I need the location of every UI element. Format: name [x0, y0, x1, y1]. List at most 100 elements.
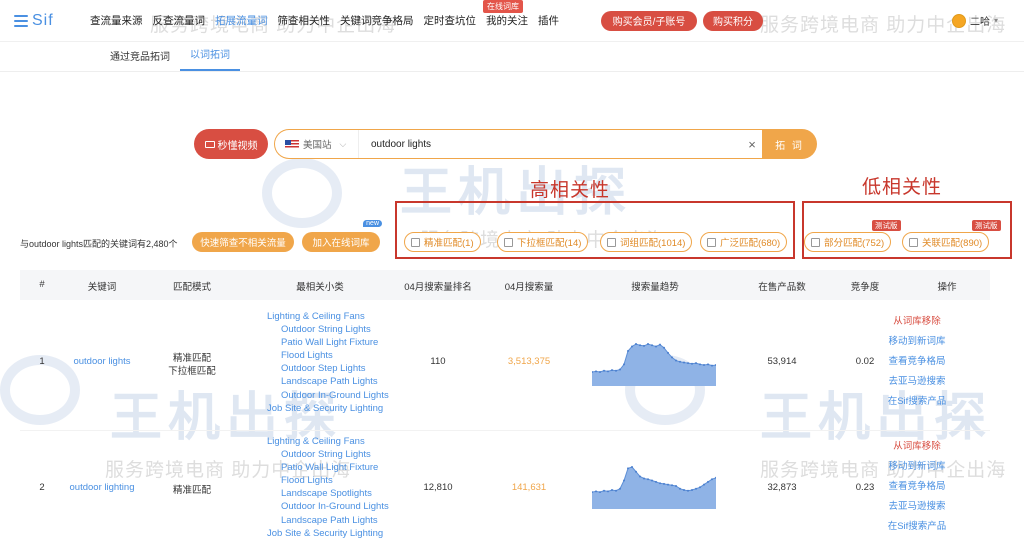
nav-item-expand-keywords[interactable]: 拓展流量词 [215, 13, 268, 28]
category-link[interactable]: Flood Lights [267, 474, 389, 487]
nav-item-plugin[interactable]: 插件 [538, 13, 559, 28]
expand-button[interactable]: 拓 词 [762, 129, 817, 159]
category-link[interactable]: Landscape Path Lights [267, 375, 389, 388]
online-lib-badge: 在线词库 [483, 0, 523, 13]
nav-item-rank-tracking[interactable]: 定时查坑位 [424, 13, 477, 28]
avatar [951, 13, 966, 28]
checkbox[interactable] [909, 237, 918, 247]
move-to-lib-link[interactable]: 移动到新词库 [888, 332, 947, 352]
trend-point [611, 489, 613, 491]
trend-area [592, 344, 716, 386]
nav-item-reverse-keywords[interactable]: 反查流量词 [153, 13, 206, 28]
category-link[interactable]: Outdoor In-Ground Lights [267, 500, 389, 513]
checkbox[interactable] [411, 237, 420, 247]
video-camera-icon [204, 140, 215, 148]
keyword-link[interactable]: outdoor lighting [70, 482, 135, 493]
new-badge: new [363, 220, 382, 227]
checkbox[interactable] [607, 237, 616, 247]
col-products[interactable]: 在售产品数 [758, 279, 806, 293]
video-button[interactable]: 秒懂视频 [194, 129, 268, 159]
user-menu[interactable]: 二哈 ▾ [951, 13, 998, 28]
filter-exact-match[interactable]: 精准匹配(1) [404, 232, 481, 252]
trend-point [671, 356, 673, 359]
nav-item-relevance[interactable]: 筛查相关性 [278, 13, 331, 28]
col-category: 最相关小类 [296, 282, 344, 293]
category-link[interactable]: Outdoor String Lights [267, 323, 389, 336]
category-link[interactable]: Outdoor String Lights [267, 448, 389, 461]
nav-item-traffic-source[interactable]: 查流量来源 [90, 13, 143, 28]
checkbox[interactable] [504, 237, 513, 247]
watermark-logo [262, 158, 342, 228]
trend-point [659, 343, 661, 346]
trend-point [635, 343, 637, 345]
add-to-lib-button[interactable]: 加入在线词库 new [302, 220, 382, 252]
trend-point [655, 345, 657, 348]
quick-filter-button[interactable]: 快速筛查不相关流量 [192, 232, 294, 252]
buy-points-button[interactable]: 购买积分 [703, 10, 763, 31]
checkbox[interactable] [707, 237, 716, 247]
trend-point [679, 487, 681, 490]
trend-point [627, 467, 629, 470]
trend-point [651, 344, 653, 347]
col-volume[interactable]: 04月搜索量 [505, 279, 554, 293]
trend-point [695, 487, 697, 490]
remove-from-lib-link[interactable]: 从词库移除 [888, 437, 947, 457]
category-link[interactable]: Outdoor Step Lights [267, 362, 389, 375]
category-link[interactable]: Landscape Path Lights [267, 514, 389, 527]
trend-point [659, 482, 661, 485]
move-to-lib-link[interactable]: 移动到新词库 [888, 457, 947, 477]
filter-dropdown-match[interactable]: 下拉框匹配(14) [497, 232, 589, 252]
category-link[interactable]: Lighting & Ceiling Fans [267, 435, 389, 448]
trend-point [615, 489, 617, 492]
category-link[interactable]: Lighting & Ceiling Fans [267, 310, 389, 323]
nav-item-my-follows[interactable]: 在线词库 我的关注 [483, 0, 528, 28]
col-keyword: 关键词 [87, 282, 117, 293]
category-link[interactable]: Outdoor In-Ground Lights [267, 389, 389, 402]
search-input[interactable] [359, 130, 741, 158]
buy-member-button[interactable]: 购买会员/子账号 [601, 10, 697, 31]
checkbox[interactable] [811, 237, 820, 247]
filter-broad-match[interactable]: 广泛匹配(680) [700, 232, 788, 252]
category-link[interactable]: Job Site & Security Lighting [267, 402, 389, 415]
trend-point [703, 483, 705, 486]
trend-point [643, 344, 645, 347]
remove-from-lib-link[interactable]: 从词库移除 [888, 312, 947, 332]
filter-related-match[interactable]: 关联匹配(890) [902, 232, 990, 252]
annotation-low-relevance: 低相关性 [862, 177, 943, 198]
tab-keyword-expand[interactable]: 以词拓词 [180, 46, 240, 71]
nav-item-competition[interactable]: 关键词竞争格局 [340, 13, 414, 28]
filter-partial-match[interactable]: 部分匹配(752) [804, 232, 892, 252]
trend-point [667, 483, 669, 486]
sif-search-link[interactable]: 在Sif搜索产品 [888, 517, 947, 537]
site-select[interactable]: 美国站 ⌵ [275, 130, 359, 158]
view-competition-link[interactable]: 查看竞争格局 [888, 477, 947, 497]
trend-point [607, 490, 609, 493]
logo[interactable]: Sif [14, 12, 78, 30]
trend-point [707, 480, 709, 483]
trend-point [631, 345, 633, 348]
col-rank[interactable]: 04月搜索量排名 [404, 279, 472, 293]
chip-label: 部分匹配(752) [824, 238, 885, 249]
trend-point [599, 371, 601, 373]
test-badge: 测试版 [972, 220, 1001, 231]
filter-phrase-match[interactable]: 词组匹配(1014) [600, 232, 693, 252]
amazon-search-link[interactable]: 去亚马逊搜索 [888, 372, 947, 392]
tab-competitor-expand[interactable]: 通过竞品拓词 [100, 48, 180, 71]
keyword-link[interactable]: outdoor lights [73, 356, 130, 367]
category-link[interactable]: Landscape Spotlights [267, 487, 389, 500]
clear-icon[interactable]: × [741, 137, 763, 152]
amazon-search-link[interactable]: 去亚马逊搜索 [888, 497, 947, 517]
trend-point [711, 478, 713, 481]
category-link[interactable]: Job Site & Security Lighting [267, 527, 389, 540]
logo-text: Sif [32, 11, 54, 29]
trend-point [663, 482, 665, 485]
col-match: 匹配模式 [172, 282, 212, 293]
top-nav: Sif 查流量来源 反查流量词 拓展流量词 筛查相关性 关键词竞争格局 定时查坑… [0, 0, 1024, 42]
sif-search-link[interactable]: 在Sif搜索产品 [888, 392, 947, 412]
view-competition-link[interactable]: 查看竞争格局 [888, 352, 947, 372]
trend-point [699, 363, 701, 366]
category-link[interactable]: Patio Wall Light Fixture [267, 461, 389, 474]
category-link[interactable]: Flood Lights [267, 349, 389, 362]
category-link[interactable]: Patio Wall Light Fixture [267, 336, 389, 349]
col-competition[interactable]: 竞争度 [851, 279, 880, 293]
